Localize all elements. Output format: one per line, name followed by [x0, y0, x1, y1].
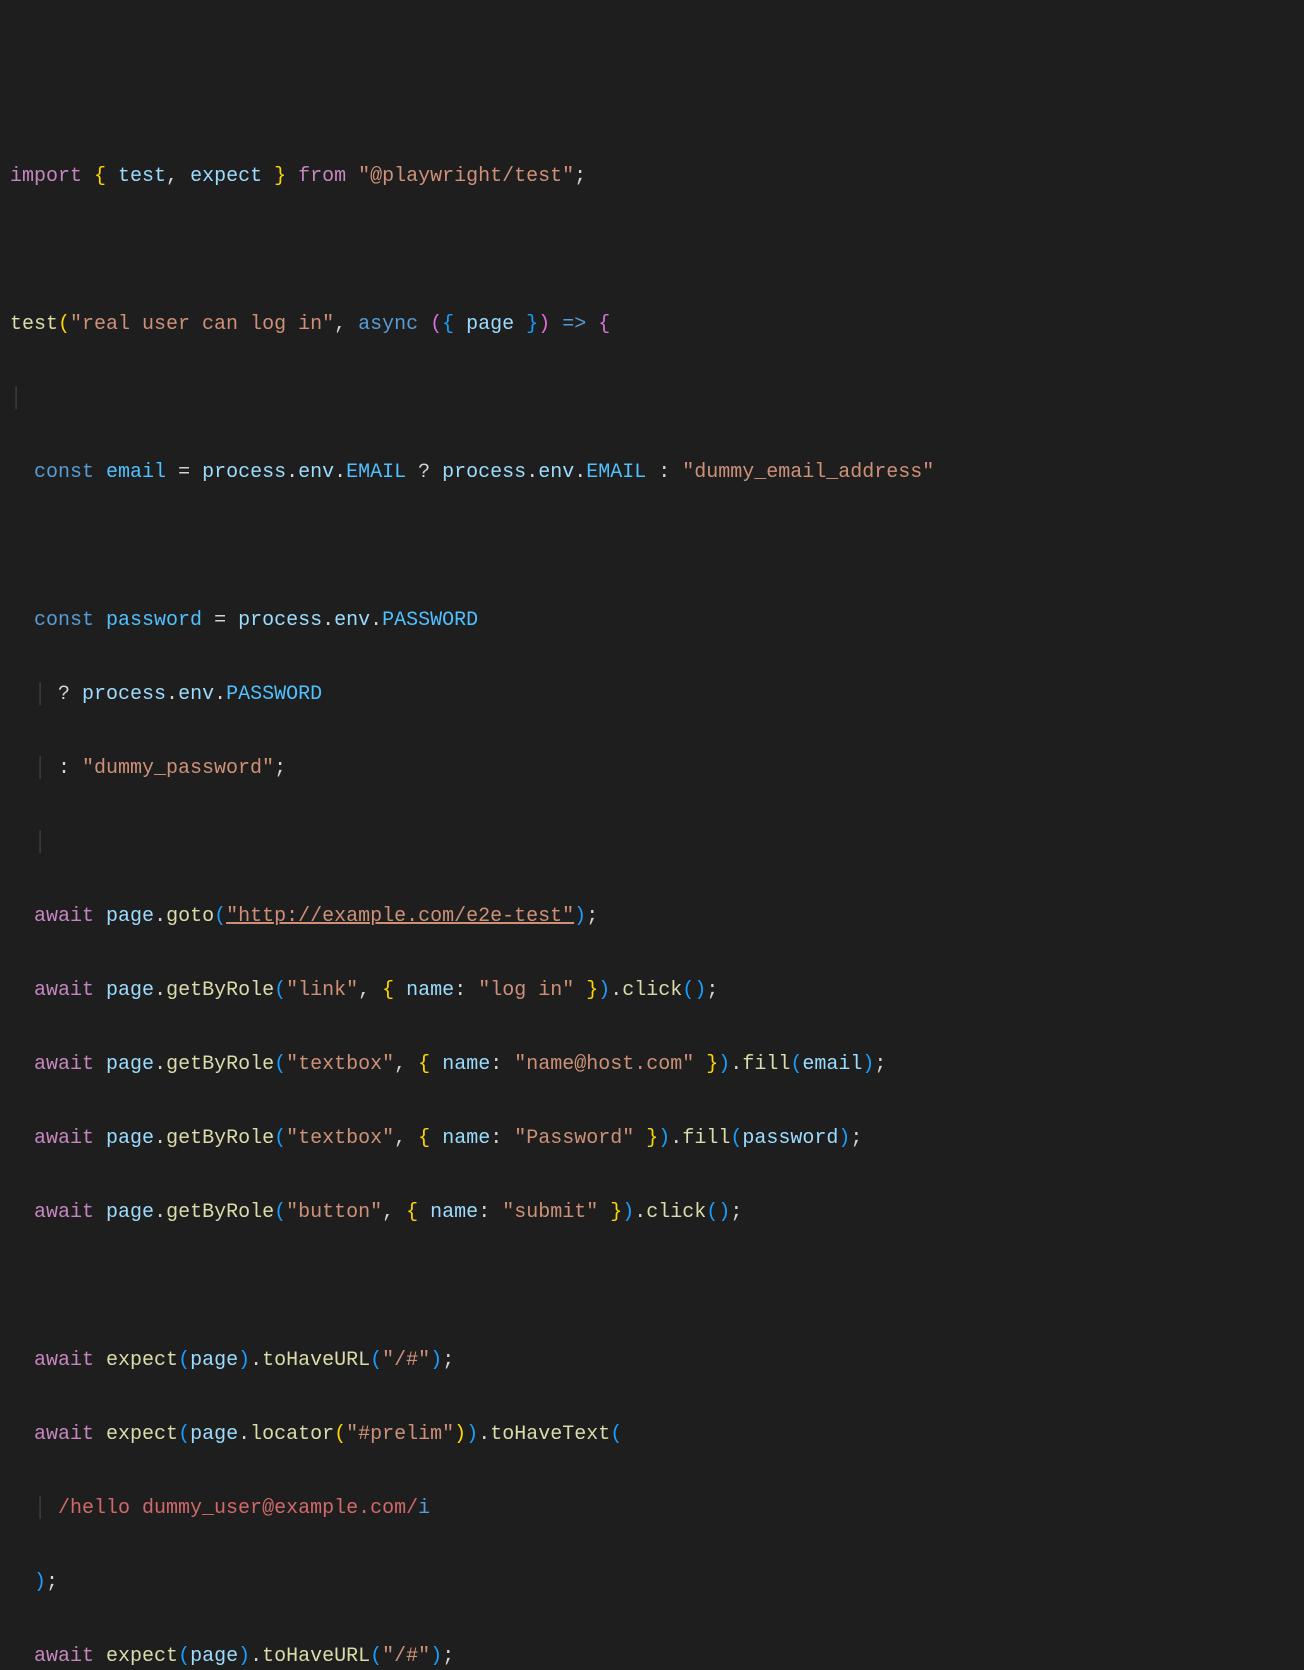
- code-line-11: await page.goto("http://example.com/e2e-…: [10, 898, 1294, 935]
- code-line-4: │: [10, 380, 1294, 417]
- code-line-6: [10, 528, 1294, 565]
- code-line-20: );: [10, 1564, 1294, 1601]
- code-line-8: │ ? process.env.PASSWORD: [10, 676, 1294, 713]
- code-line-3: test("real user can log in", async ({ pa…: [10, 306, 1294, 343]
- code-line-21: await expect(page).toHaveURL("/#");: [10, 1638, 1294, 1670]
- code-line-10: │: [10, 824, 1294, 861]
- code-line-12: await page.getByRole("link", { name: "lo…: [10, 972, 1294, 1009]
- code-line-5: const email = process.env.EMAIL ? proces…: [10, 454, 1294, 491]
- code-line-14: await page.getByRole("textbox", { name: …: [10, 1120, 1294, 1157]
- code-line-15: await page.getByRole("button", { name: "…: [10, 1194, 1294, 1231]
- code-line-13: await page.getByRole("textbox", { name: …: [10, 1046, 1294, 1083]
- code-editor[interactable]: import { test, expect } from "@playwrigh…: [10, 158, 1294, 1670]
- code-line-17: await expect(page).toHaveURL("/#");: [10, 1342, 1294, 1379]
- code-line-9: │ : "dummy_password";: [10, 750, 1294, 787]
- code-line-16: [10, 1268, 1294, 1305]
- code-line-18: await expect(page.locator("#prelim")).to…: [10, 1416, 1294, 1453]
- code-line-1: import { test, expect } from "@playwrigh…: [10, 158, 1294, 195]
- code-line-2: [10, 232, 1294, 269]
- code-line-7: const password = process.env.PASSWORD: [10, 602, 1294, 639]
- code-line-19: │ /hello dummy_user@example.com/i: [10, 1490, 1294, 1527]
